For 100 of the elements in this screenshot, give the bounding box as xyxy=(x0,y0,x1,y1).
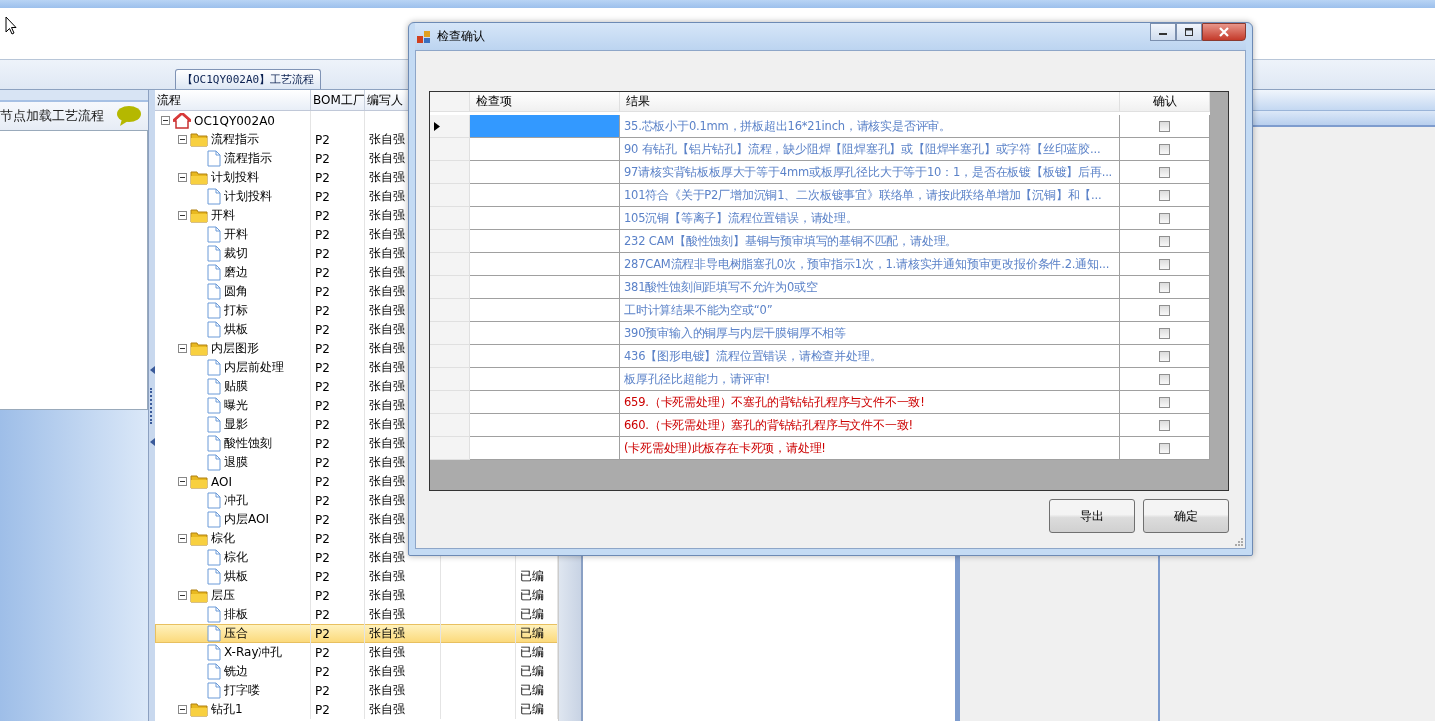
folder-icon xyxy=(190,588,208,603)
maximize-button[interactable] xyxy=(1176,23,1202,41)
tree-node[interactable]: 烘板 xyxy=(224,568,248,585)
folder-icon xyxy=(190,208,208,223)
table-cell: 35.芯板小于0.1mm，拼板超出16*21inch，请核实是否评审。 xyxy=(620,115,1120,138)
document-icon xyxy=(207,435,221,452)
app-icon xyxy=(417,29,431,44)
checkbox[interactable] xyxy=(1159,189,1170,201)
checkbox[interactable] xyxy=(1159,281,1170,293)
column-header[interactable]: 检查项 xyxy=(470,92,620,112)
collapse-icon[interactable] xyxy=(178,477,187,486)
tree-node[interactable]: 贴膜 xyxy=(224,378,248,395)
tree-node[interactable]: 退膜 xyxy=(224,454,248,471)
document-icon xyxy=(207,359,221,376)
checkbox[interactable] xyxy=(1159,166,1170,178)
row-header[interactable] xyxy=(430,115,470,138)
checkbox[interactable] xyxy=(1159,350,1170,362)
home-icon xyxy=(173,112,191,129)
close-button[interactable] xyxy=(1202,23,1246,41)
checkbox[interactable] xyxy=(1159,258,1170,270)
table-cell: P2 xyxy=(311,510,365,529)
checkbox[interactable] xyxy=(1159,419,1170,431)
tree-node[interactable]: 流程指示 xyxy=(211,131,259,148)
document-icon xyxy=(207,416,221,433)
checkbox[interactable] xyxy=(1159,373,1170,385)
checkbox[interactable] xyxy=(1159,235,1170,247)
table-cell: P2 xyxy=(311,586,365,605)
checkbox[interactable] xyxy=(1159,120,1170,132)
close-icon xyxy=(1218,27,1230,37)
collapse-icon[interactable] xyxy=(178,211,187,220)
checkbox[interactable] xyxy=(1159,396,1170,408)
tree-node[interactable]: 酸性蚀刻 xyxy=(224,435,272,452)
tree-node[interactable]: 铣边 xyxy=(224,663,248,680)
collapse-icon[interactable] xyxy=(178,591,187,600)
collapse-icon[interactable] xyxy=(178,344,187,353)
table-cell: 已编 xyxy=(516,643,558,662)
table-cell: P2 xyxy=(311,320,365,339)
table-cell: 张自强 xyxy=(365,567,441,586)
tree-node[interactable]: 内层AOI xyxy=(224,511,269,528)
tree-node[interactable]: 内层图形 xyxy=(211,340,259,357)
tree-node[interactable]: 圆角 xyxy=(224,283,248,300)
column-header[interactable]: BOM工厂 xyxy=(311,90,365,110)
tree-node[interactable]: OC1QY002A0 xyxy=(194,113,275,128)
checkbox[interactable] xyxy=(1159,212,1170,224)
tree-node[interactable]: X-Ray冲孔 xyxy=(224,644,283,661)
table-cell: 工时计算结果不能为空或“0” xyxy=(620,299,1120,322)
table-cell: P2 xyxy=(311,662,365,681)
tree-node[interactable]: 开料 xyxy=(224,226,248,243)
selected-cell[interactable] xyxy=(470,115,620,138)
column-header[interactable]: 结果 xyxy=(620,92,1120,112)
table-cell: 436【图形电镀】流程位置错误，请检查并处理。 xyxy=(620,345,1120,368)
panel-title: 节点加载工艺流程 xyxy=(0,107,104,125)
tree-node[interactable]: 计划投料 xyxy=(224,188,272,205)
tree-node[interactable]: 流程指示 xyxy=(224,150,272,167)
tree-node[interactable]: 层压 xyxy=(211,587,235,604)
collapse-icon[interactable] xyxy=(178,135,187,144)
flow-tab[interactable]: 【OC1QY002A0】工艺流程 xyxy=(175,69,322,89)
tree-node[interactable]: 曝光 xyxy=(224,397,248,414)
collapse-icon[interactable] xyxy=(161,116,170,125)
collapse-icon[interactable] xyxy=(178,534,187,543)
document-icon xyxy=(207,454,221,471)
collapse-icon[interactable] xyxy=(178,173,187,182)
tree-node[interactable]: 棕化 xyxy=(211,530,235,547)
tree-node[interactable]: 内层前处理 xyxy=(224,359,284,376)
dialog-button[interactable]: 确定 xyxy=(1143,499,1229,533)
table-cell: P2 xyxy=(311,472,365,491)
tree-node[interactable]: 磨边 xyxy=(224,264,248,281)
tree-node[interactable]: 冲孔 xyxy=(224,492,248,509)
resize-grip-icon[interactable] xyxy=(1235,538,1243,546)
tree-node[interactable]: AOI xyxy=(211,474,232,489)
minimize-button[interactable] xyxy=(1150,23,1176,41)
table-cell: 已编 xyxy=(516,700,558,719)
dialog-button[interactable]: 导出 xyxy=(1049,499,1135,533)
document-icon xyxy=(207,492,221,509)
table-cell: 张自强 xyxy=(365,681,441,700)
tree-node[interactable]: 计划投料 xyxy=(211,169,259,186)
collapse-icon[interactable] xyxy=(178,705,187,714)
tree-node[interactable]: 压合 xyxy=(224,625,248,642)
tree-node[interactable]: 打标 xyxy=(224,302,248,319)
table-cell: 已编 xyxy=(516,624,558,643)
selected-row[interactable]: 压合 P2 张自强 已编 xyxy=(155,624,558,643)
tree-node[interactable]: 开料 xyxy=(211,207,235,224)
tree-node[interactable]: 排板 xyxy=(224,606,248,623)
column-header[interactable]: 确认 xyxy=(1120,92,1210,112)
checkbox[interactable] xyxy=(1159,442,1170,454)
checkbox[interactable] xyxy=(1159,143,1170,155)
tree-node[interactable]: 显影 xyxy=(224,416,248,433)
table-cell: 张自强 xyxy=(365,662,441,681)
table-cell: P2 xyxy=(311,206,365,225)
tree-node[interactable]: 打字喽 xyxy=(224,682,260,699)
checkbox[interactable] xyxy=(1159,304,1170,316)
folder-icon xyxy=(190,531,208,546)
splitter-handle[interactable] xyxy=(148,90,155,721)
checkbox[interactable] xyxy=(1159,327,1170,339)
tree-node[interactable]: 棕化 xyxy=(224,549,248,566)
tree-node[interactable]: 裁切 xyxy=(224,245,248,262)
tree-node[interactable]: 烘板 xyxy=(224,321,248,338)
folder-icon xyxy=(190,474,208,489)
tree-node[interactable]: 钻孔1 xyxy=(211,701,243,718)
column-header[interactable]: 流程 xyxy=(155,90,311,110)
